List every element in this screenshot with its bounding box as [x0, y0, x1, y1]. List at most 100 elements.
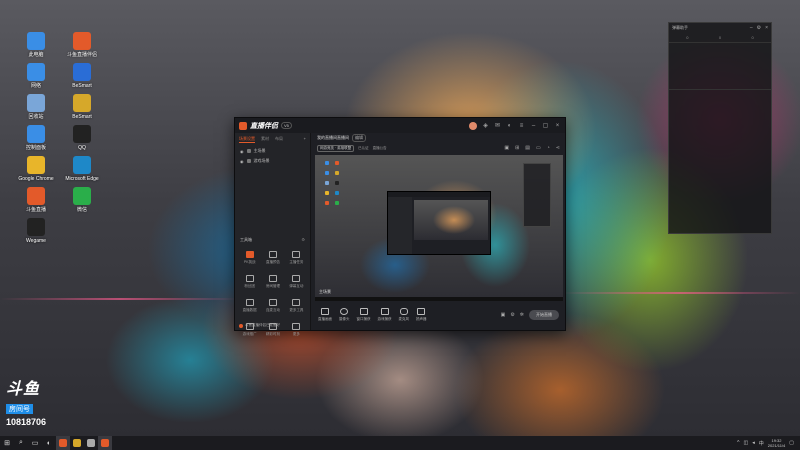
window-title: 弹幕助手 — [672, 25, 688, 30]
avatar[interactable] — [469, 121, 477, 130]
desktop-shortcut[interactable]: 斗鱼直播伴侣 — [64, 32, 100, 58]
gear-icon[interactable]: ✲ — [520, 312, 524, 318]
toolbox-item[interactable]: PK挑战 — [238, 251, 261, 265]
toolbox-item[interactable]: 主播任务 — [285, 251, 308, 265]
toolbox-item[interactable]: 更多 — [285, 323, 308, 337]
search-icon[interactable]: ⌕ — [14, 436, 28, 450]
divider — [669, 89, 771, 90]
bell-icon[interactable]: ◔ — [547, 145, 550, 151]
preview-desktop-icon — [335, 201, 339, 205]
light-streak — [560, 292, 800, 294]
mail-icon[interactable]: ✉ — [494, 122, 501, 129]
desktop-shortcut[interactable]: 斗鱼直播 — [18, 187, 54, 213]
toolbox-item[interactable]: 粉丝团 — [238, 275, 261, 289]
settings-icon[interactable]: ⚙ — [510, 312, 514, 318]
preview-desktop-icon — [335, 171, 339, 175]
tool-screen-capture[interactable]: 直播画面 — [318, 308, 332, 322]
screen-icon[interactable]: ▣ — [504, 145, 509, 151]
live-preview[interactable]: 主场景 — [315, 155, 563, 301]
tool-microphone[interactable]: 麦克风 — [399, 308, 409, 322]
camera-icon — [340, 308, 349, 315]
tab-assets[interactable]: 素材 — [261, 136, 269, 143]
taskbar-app[interactable] — [84, 436, 98, 450]
desktop-shortcut-label: Wegame — [26, 238, 46, 244]
scene-item[interactable]: ◉ 游戏场景 — [235, 156, 310, 166]
chevron-up-icon[interactable]: ^ — [737, 440, 739, 446]
clock[interactable]: 19:32 2021/11/4 — [768, 438, 786, 448]
eye-icon[interactable]: ◉ — [240, 149, 244, 154]
taskbar-app[interactable] — [70, 436, 84, 450]
toolbox-item[interactable]: 房间管理 — [261, 275, 284, 289]
shield-icon[interactable]: ◈ — [482, 122, 489, 129]
windows-start-icon[interactable]: ⊞ — [0, 436, 14, 450]
desktop-shortcut[interactable]: Google Chrome — [18, 156, 54, 182]
add-scene-icon[interactable]: + — [304, 136, 306, 143]
task-view-icon[interactable]: ▭ — [28, 436, 42, 450]
chat-icon[interactable]: ▭ — [536, 145, 541, 151]
douyu-live-companion-window[interactable]: 直播伴侣 V5 ◈ ✉ ◐ ≡ – ▢ × 场景设置 素材 布局 + ◉ 主场景… — [234, 117, 566, 336]
start-live-button[interactable]: 开始直播 — [529, 310, 559, 320]
gift-icon[interactable]: ▤ — [525, 145, 530, 151]
desktop-shortcut[interactable]: QQ — [64, 125, 100, 151]
tool-camera[interactable]: 摄像头 — [339, 308, 350, 322]
share-icon[interactable]: ⋖ — [556, 145, 560, 151]
minimize-icon[interactable]: – — [530, 123, 537, 129]
close-icon[interactable]: × — [765, 25, 768, 31]
taskbar-douyu-app[interactable] — [56, 436, 70, 450]
desktop-shortcut[interactable]: BeSmart — [64, 94, 100, 120]
edge-icon[interactable]: ◐ — [42, 436, 56, 450]
toolbox-item[interactable]: 连麦互动 — [261, 299, 284, 313]
taskbar-app[interactable] — [98, 436, 112, 450]
cat-meta[interactable]: 直播公告 — [373, 146, 387, 151]
preview-desktop-icon — [335, 181, 339, 185]
title-bar[interactable]: 直播伴侣 V5 ◈ ✉ ◐ ≡ – ▢ × — [235, 118, 565, 133]
category-selector[interactable]: 网游竞技 · 英雄联盟 — [317, 144, 355, 152]
desktop-shortcut-label: BeSmart — [72, 83, 92, 89]
desktop-shortcut[interactable]: 此电脑 — [18, 32, 54, 58]
room-title: 我的直播间直播间 — [317, 135, 349, 140]
tool-icon — [292, 251, 301, 258]
tool-game-capture[interactable]: 游戏捕获 — [378, 308, 392, 322]
menu-icon[interactable]: ≡ — [518, 123, 525, 129]
lock-icon[interactable]: ⊞ — [515, 145, 519, 151]
settings-icon[interactable]: ⚙ — [757, 25, 761, 31]
tool-speaker[interactable]: 扬声器 — [416, 308, 427, 322]
status-bar: 斗鱼直播伴侣已准备好 — [239, 323, 280, 328]
preview-desktop-icon — [325, 171, 329, 175]
light-streak — [0, 298, 240, 300]
close-icon[interactable]: × — [554, 123, 561, 129]
toolbox-item[interactable]: 更多工具 — [285, 299, 308, 313]
desktop-shortcut[interactable]: 回收站 — [18, 94, 54, 120]
desktop-shortcut[interactable]: Microsoft Edge — [64, 156, 100, 182]
eye-icon[interactable]: ◉ — [240, 159, 244, 164]
volume-icon[interactable]: ◂ — [752, 440, 755, 446]
gear-icon[interactable]: ⚙ — [301, 237, 305, 243]
desktop-shortcut[interactable]: BeSmart — [64, 63, 100, 89]
desktop-shortcut[interactable]: 控制面板 — [18, 125, 54, 151]
skin-icon[interactable]: ◐ — [506, 123, 513, 129]
tool-window-capture[interactable]: 窗口捕获 — [357, 308, 371, 322]
desktop-shortcut-label: Microsoft Edge — [65, 176, 99, 182]
desktop-shortcut[interactable]: 微信 — [64, 187, 100, 213]
tab-layout[interactable]: 布局 — [275, 136, 283, 143]
danmaku-helper-window[interactable]: 弹幕助手 – ⚙ × 0 0 0 — [668, 22, 772, 234]
preview-desktop-icon — [325, 191, 329, 195]
toolbox-item[interactable]: 弹幕互动 — [285, 275, 308, 289]
toolbox-item-label: 连麦互动 — [265, 308, 280, 312]
tab-scene-settings[interactable]: 场景设置 — [239, 136, 255, 143]
preview-desktop-icon — [325, 181, 329, 185]
desktop-shortcut[interactable]: Wegame — [18, 218, 54, 244]
notification-icon[interactable]: ▢ — [789, 440, 794, 446]
source-toolbar: 直播画面 摄像头 窗口捕获 游戏捕获 麦克风 扬声器 ▣ ⚙ ✲ 开始直播 — [312, 300, 565, 330]
network-icon[interactable]: ◫ — [744, 440, 749, 446]
scene-item[interactable]: ◉ 主场景 — [235, 146, 310, 156]
control-panel-icon — [27, 125, 45, 143]
maximize-icon[interactable]: ▢ — [542, 122, 549, 129]
toolbox-item[interactable]: 直播预告 — [261, 251, 284, 265]
record-icon[interactable]: ▣ — [501, 312, 506, 318]
desktop-shortcut[interactable]: 网络 — [18, 63, 54, 89]
ime-icon[interactable]: 中 — [759, 440, 764, 447]
toolbox-item[interactable]: 直播数据 — [238, 299, 261, 313]
edit-room-button[interactable]: 编辑 — [352, 134, 366, 142]
minimize-icon[interactable]: – — [750, 25, 753, 31]
